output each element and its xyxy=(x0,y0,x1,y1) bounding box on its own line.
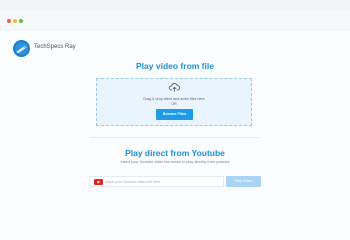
maximize-window-button[interactable] xyxy=(19,19,23,23)
cloud-upload-icon xyxy=(169,83,180,92)
youtube-section-subtitle: Insert your Youtube video link below to … xyxy=(120,160,230,164)
minimize-window-button[interactable] xyxy=(13,19,17,23)
file-section-title: Play video from file xyxy=(136,61,214,71)
window-titlebar xyxy=(0,10,350,30)
section-divider xyxy=(90,137,260,138)
youtube-link-input[interactable] xyxy=(105,178,220,185)
youtube-icon xyxy=(94,179,103,185)
close-window-button[interactable] xyxy=(7,19,11,23)
ray-logo-icon xyxy=(13,40,30,57)
drop-instructions: Drag & drop video and audio files here xyxy=(143,97,205,101)
or-text: OR xyxy=(171,102,177,106)
brand-name: TechSpecs Ray xyxy=(34,44,76,50)
play-video-button[interactable]: Play Video xyxy=(226,176,261,187)
browse-files-button[interactable]: Browse Files xyxy=(156,109,193,120)
app-page: TechSpecs Ray Play video from file Drag … xyxy=(0,0,350,240)
youtube-section-title: Play direct from Youtube xyxy=(125,148,225,158)
top-strip xyxy=(0,0,350,10)
